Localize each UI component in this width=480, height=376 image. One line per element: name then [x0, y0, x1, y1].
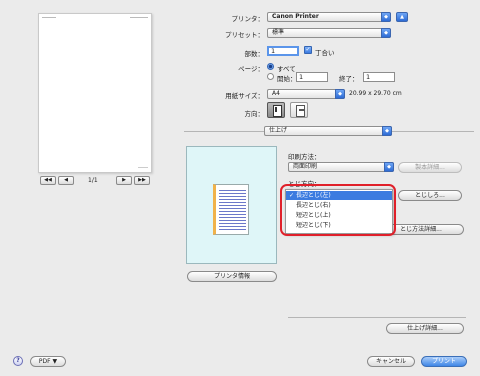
copies-field[interactable]: 1	[267, 46, 299, 56]
printer-info-button[interactable]: プリンタ情報	[187, 271, 277, 282]
printer-popup[interactable]: Canon Printer ◆	[267, 12, 391, 22]
document-preview-icon	[213, 184, 249, 235]
popup-arrows-icon: ◆	[381, 28, 391, 38]
printer-label: プリンタ：	[231, 15, 265, 23]
portrait-orientation-icon[interactable]	[267, 102, 285, 118]
print-method-label: 印刷方法：	[288, 153, 321, 161]
pages-all-label: すべて	[277, 65, 296, 73]
bookbinding-detail-button[interactable]: 製本詳細...	[398, 162, 462, 173]
copies-label: 部数：	[244, 50, 265, 58]
highlight-ring	[280, 184, 396, 236]
expand-icon[interactable]: ▲	[396, 12, 408, 22]
pages-to-label: 終了：	[339, 75, 359, 83]
print-method-value: 両面印刷	[293, 163, 318, 170]
page-indicator: 1/1	[88, 177, 98, 184]
pages-from-label: 開始：	[277, 75, 297, 83]
help-icon[interactable]: ?	[13, 356, 23, 366]
print-method-popup[interactable]: 両面印刷 ◆	[288, 162, 394, 172]
collate-label: 丁合い	[315, 49, 335, 57]
print-button[interactable]: プリント	[421, 356, 467, 367]
preset-label: プリセット：	[225, 31, 264, 39]
popup-arrows-icon: ◆	[382, 126, 392, 136]
options-separator	[288, 317, 466, 318]
nav-last-button[interactable]: ▶▶	[134, 176, 150, 185]
paper-size-label: 用紙サイズ：	[225, 92, 264, 100]
nav-prev-button[interactable]: ◀	[58, 176, 74, 185]
pages-label: ページ：	[238, 65, 264, 73]
finishing-detail-button[interactable]: 仕上げ詳細...	[386, 323, 464, 334]
orientation-label: 方向：	[244, 110, 265, 118]
paper-size-dims: 20.99 x 29.70 cm	[349, 90, 402, 97]
preset-value: 標準	[272, 29, 285, 36]
nav-first-button[interactable]: ◀◀	[40, 176, 56, 185]
page-thumbnail	[38, 13, 152, 173]
preset-popup[interactable]: 標準 ◆	[267, 28, 391, 38]
paper-size-popup[interactable]: A4 ◆	[267, 89, 345, 99]
popup-arrows-icon: ◆	[335, 89, 345, 99]
pages-range-radio[interactable]	[267, 73, 274, 80]
nav-next-button[interactable]: ▶	[116, 176, 132, 185]
popup-arrows-icon: ◆	[381, 12, 391, 22]
finishing-preview	[186, 146, 277, 264]
paper-size-value: A4	[272, 90, 280, 97]
printer-value: Canon Printer	[272, 13, 319, 20]
pages-all-radio[interactable]	[267, 63, 274, 70]
binding-margin-button[interactable]: とじしろ...	[398, 190, 462, 201]
pdf-button[interactable]: PDF ▼	[30, 356, 66, 367]
cancel-button[interactable]: キャンセル	[367, 356, 415, 367]
pages-to-field[interactable]: 1	[363, 72, 395, 82]
pages-from-field[interactable]: 1	[296, 72, 328, 82]
collate-checkbox[interactable]: ✓	[304, 46, 312, 54]
panel-popup-value: 仕上げ	[269, 127, 288, 134]
popup-arrows-icon: ◆	[384, 162, 394, 172]
landscape-orientation-icon[interactable]	[290, 102, 308, 118]
panel-popup[interactable]: 仕上げ ◆	[264, 126, 392, 136]
